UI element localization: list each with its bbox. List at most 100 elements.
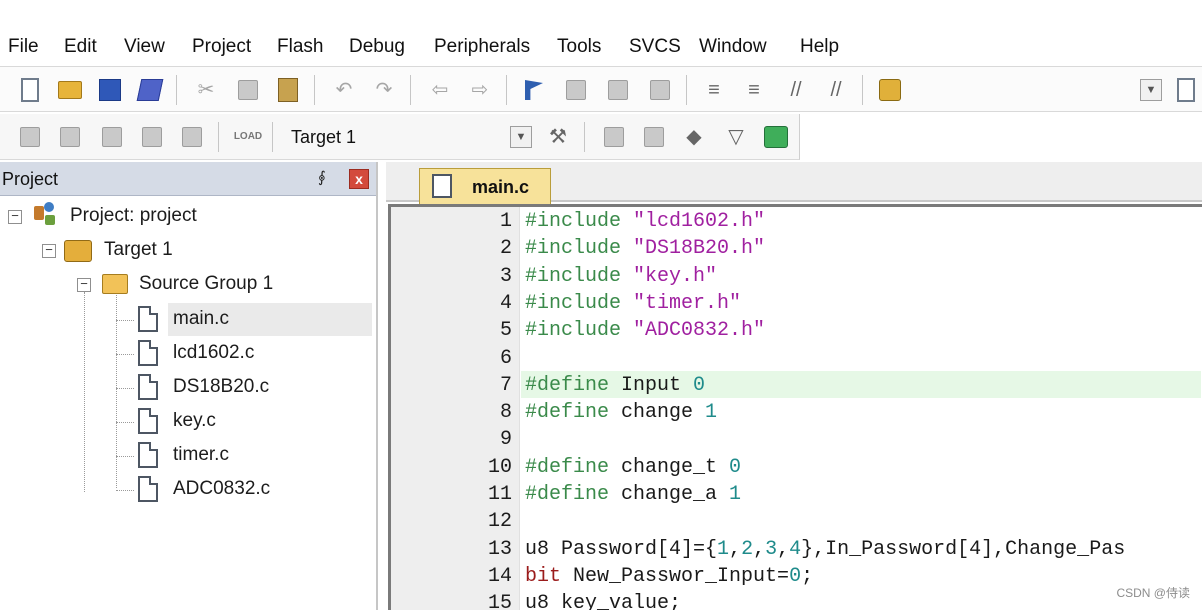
menu-debug[interactable]: Debug (349, 36, 405, 58)
code-token: bit (525, 564, 562, 588)
code-editor[interactable]: 1 #include "lcd1602.h" 2 #include "DS18B20.… (388, 204, 1202, 610)
code-token: #define (525, 483, 622, 506)
code-line[interactable]: #include "ADC0832.h" (525, 319, 765, 342)
tree-guide (116, 320, 134, 321)
code-line[interactable]: #include "lcd1602.h" (525, 210, 765, 233)
target-dropdown-button[interactable]: ▼ (510, 126, 532, 148)
code-line[interactable]: #include "timer.h" (525, 292, 741, 315)
c-file-icon (138, 408, 158, 434)
undo-icon[interactable]: ↶ (330, 76, 358, 104)
tree-item-file[interactable]: key.c (173, 410, 216, 432)
menu-help[interactable]: Help (800, 36, 839, 58)
uncomment-icon[interactable]: // (822, 76, 850, 104)
open-folder-icon[interactable] (56, 76, 84, 104)
code-line[interactable]: #define change_t 0 (525, 456, 741, 479)
code-token: "DS18B20.h" (633, 237, 766, 261)
tree-guide (116, 354, 134, 355)
menu-project[interactable]: Project (192, 36, 251, 58)
line-number: 12 (487, 510, 512, 534)
toolbar-separator (218, 122, 219, 152)
redo-icon[interactable]: ↷ (370, 76, 398, 104)
project-items-icon[interactable] (640, 123, 668, 151)
find-in-files-icon[interactable] (876, 76, 904, 104)
bookmark-flag-icon[interactable] (520, 76, 548, 104)
select-packs-icon[interactable]: ◆ (680, 123, 708, 151)
tree-item-file[interactable]: DS18B20.c (173, 376, 269, 398)
target-select[interactable]: Target 1 (285, 124, 535, 152)
code-line[interactable]: #define change_a 1 (525, 483, 741, 506)
save-all-icon[interactable] (136, 76, 164, 104)
code-line[interactable]: u8 Password[4]={1,2,3,4},In_Password[4],… (525, 538, 1125, 561)
indent-icon[interactable]: ≡ (700, 76, 728, 104)
cut-icon[interactable]: ✂ (192, 76, 220, 104)
find-dropdown-button[interactable]: ▼ (1140, 79, 1162, 101)
menu-edit[interactable]: Edit (64, 36, 97, 58)
code-token: #include (525, 237, 634, 261)
find-icon[interactable] (1172, 76, 1200, 104)
runtime-env-icon[interactable]: ▽ (722, 123, 750, 151)
code-token: u8 key_value; (525, 592, 682, 610)
navigate-forward-icon[interactable]: ⇨ (466, 76, 494, 104)
code-line[interactable]: bit New_Passwor_Input=0; (525, 565, 813, 588)
code-line[interactable]: #include "key.h" (525, 265, 717, 288)
code-line[interactable]: #define change 1 (525, 401, 717, 424)
code-token: #include (525, 264, 634, 288)
code-token: #include (525, 319, 634, 343)
code-token: change_t (621, 455, 730, 479)
menu-file[interactable]: File (8, 36, 39, 58)
comment-icon[interactable]: // (782, 76, 810, 104)
tree-item-target[interactable]: Target 1 (104, 239, 173, 261)
menu-window[interactable]: Window (699, 36, 767, 58)
batch-build-icon[interactable] (138, 123, 166, 151)
stop-build-icon[interactable] (178, 123, 206, 151)
code-line[interactable]: #define Input 0 (525, 374, 705, 397)
build-icon[interactable] (56, 123, 84, 151)
target-options-icon[interactable]: ⚒ (544, 123, 572, 151)
manage-components-icon[interactable] (600, 123, 628, 151)
code-token: , (753, 537, 766, 561)
code-token: #define (525, 455, 622, 479)
code-token: change_a (621, 483, 730, 506)
prev-bookmark-icon[interactable] (562, 76, 590, 104)
code-token: "ADC0832.h" (633, 319, 766, 343)
code-token: 1 (717, 537, 730, 561)
code-line[interactable]: #include "DS18B20.h" (525, 237, 765, 260)
tree-item-file[interactable]: lcd1602.c (173, 342, 254, 364)
pack-installer-icon[interactable] (762, 123, 790, 151)
menu-svcs[interactable]: SVCS (629, 36, 681, 58)
code-token: #include (525, 291, 634, 315)
menu-peripherals[interactable]: Peripherals (434, 36, 530, 58)
expander-group[interactable]: − (77, 277, 91, 292)
code-token: "lcd1602.h" (633, 210, 766, 233)
load-download-icon[interactable]: LOAD (234, 123, 262, 151)
menu-flash[interactable]: Flash (277, 36, 323, 58)
expander-root[interactable]: − (8, 209, 22, 224)
menu-tools[interactable]: Tools (557, 36, 601, 58)
copy-icon[interactable] (234, 76, 262, 104)
save-icon[interactable] (96, 76, 124, 104)
next-bookmark-icon[interactable] (604, 76, 632, 104)
toolbar-separator (410, 75, 411, 105)
code-token: 0 (789, 564, 802, 588)
pin-icon[interactable]: ⨕ (318, 170, 334, 188)
tab-main-c[interactable]: main.c (419, 168, 551, 204)
tree-item-file[interactable]: main.c (173, 308, 229, 330)
project-panel-title: Project (2, 169, 59, 189)
unindent-icon[interactable]: ≡ (740, 76, 768, 104)
tree-item-source-group[interactable]: Source Group 1 (139, 273, 273, 295)
rebuild-icon[interactable] (98, 123, 126, 151)
code-line[interactable]: u8 key_value; (525, 592, 681, 610)
tree-item-project[interactable]: Project: project (70, 205, 197, 227)
clear-bookmarks-icon[interactable] (646, 76, 674, 104)
new-file-icon[interactable] (16, 76, 44, 104)
translate-icon[interactable] (16, 123, 44, 151)
menu-view[interactable]: View (124, 36, 165, 58)
tree-item-file[interactable]: ADC0832.c (173, 478, 270, 500)
line-number: 8 (499, 401, 512, 425)
close-icon[interactable]: x (349, 169, 369, 189)
toolbar-separator (314, 75, 315, 105)
expander-target[interactable]: − (42, 243, 56, 258)
tree-item-file[interactable]: timer.c (173, 444, 229, 466)
navigate-back-icon[interactable]: ⇦ (426, 76, 454, 104)
paste-icon[interactable] (274, 76, 302, 104)
